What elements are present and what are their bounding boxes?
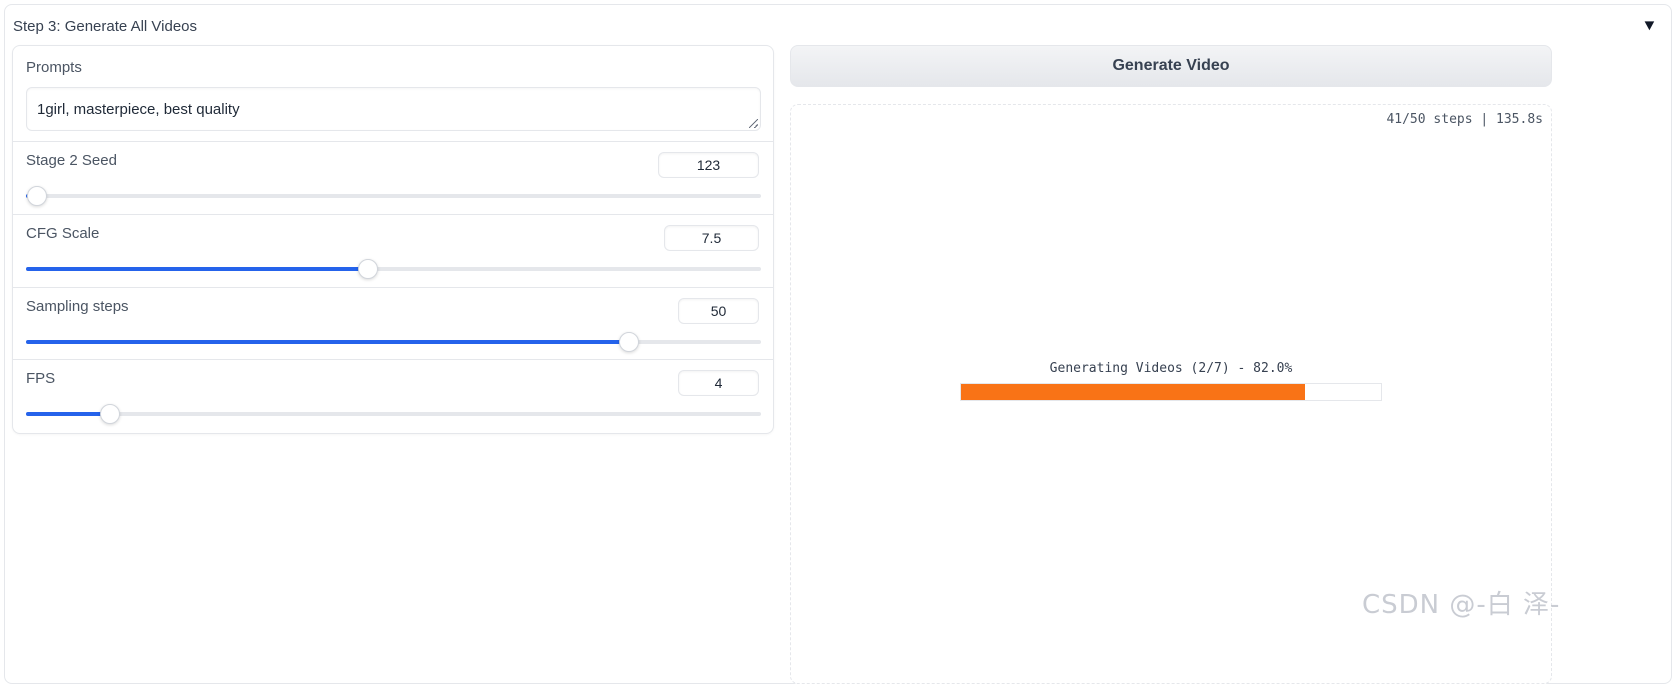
- slider-fill: [26, 267, 368, 271]
- slider-thumb[interactable]: [99, 404, 120, 424]
- sampling-steps-slider[interactable]: [26, 332, 761, 352]
- slider-fill: [26, 412, 110, 416]
- cfg-scale-slider[interactable]: [26, 259, 761, 279]
- cfg-scale-block: CFG Scale 7.5: [13, 215, 773, 288]
- cfg-scale-label: CFG Scale: [26, 225, 100, 242]
- fps-slider[interactable]: [26, 404, 761, 424]
- sampling-steps-label: Sampling steps: [26, 298, 129, 315]
- csdn-watermark: CSDN @-白 泽-: [1362, 590, 1561, 620]
- stage2-seed-label: Stage 2 Seed: [26, 152, 117, 169]
- slider-track: [26, 412, 761, 416]
- slider-thumb[interactable]: [618, 332, 639, 352]
- fps-label: FPS: [26, 370, 56, 387]
- progress-label: Generating Videos (2/7) - 82.0%: [1049, 361, 1293, 376]
- prompts-textarea[interactable]: 1girl, masterpiece, best quality: [26, 87, 761, 131]
- stage2-seed-input[interactable]: 123: [658, 152, 759, 178]
- progress-timer: 41/50 steps | 135.8s: [1386, 112, 1543, 127]
- progress-container: Generating Videos (2/7) - 82.0%: [960, 361, 1382, 401]
- stage2-seed-block: Stage 2 Seed 123: [13, 142, 773, 215]
- prompts-text: 1girl, masterpiece, best quality: [37, 101, 240, 118]
- resize-grip-icon[interactable]: [749, 119, 758, 128]
- cfg-scale-input[interactable]: 7.5: [664, 225, 759, 251]
- fps-input[interactable]: 4: [678, 370, 759, 396]
- prompts-block: Prompts 1girl, masterpiece, best quality: [13, 46, 773, 142]
- slider-track: [26, 194, 761, 198]
- slider-thumb[interactable]: [27, 186, 48, 206]
- sampling-steps-block: Sampling steps 50: [13, 288, 773, 360]
- generate-video-button[interactable]: Generate Video: [790, 45, 1552, 87]
- slider-fill: [26, 340, 629, 344]
- accordion-title[interactable]: Step 3: Generate All Videos: [13, 18, 197, 35]
- sampling-steps-input[interactable]: 50: [678, 298, 759, 324]
- progress-bar: [960, 383, 1382, 401]
- prompts-label: Prompts: [26, 59, 82, 76]
- progress-fill: [961, 384, 1306, 400]
- collapse-triangle-icon[interactable]: ▼: [1641, 17, 1657, 34]
- stage2-seed-slider[interactable]: [26, 186, 761, 206]
- fps-block: FPS 4: [13, 360, 773, 433]
- slider-thumb[interactable]: [357, 259, 378, 279]
- settings-panel: Prompts 1girl, masterpiece, best quality…: [12, 45, 774, 434]
